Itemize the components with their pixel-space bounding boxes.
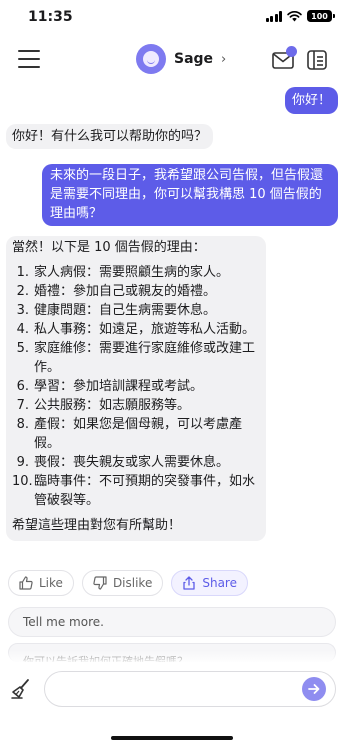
status-bar: 11:35 100 xyxy=(0,0,344,36)
status-icons: 100 xyxy=(265,10,335,22)
like-label: Like xyxy=(39,576,63,590)
list-item: 5. 家庭維修：需要進行家庭維修或改建工作。 xyxy=(16,341,256,375)
notification-badge xyxy=(286,46,297,57)
battery-icon: 100 xyxy=(307,10,335,22)
message-composer xyxy=(0,664,344,714)
bot-profile-button[interactable]: Sage › xyxy=(136,44,226,74)
signal-icon xyxy=(265,10,282,22)
bot-message: 你好！有什么我可以帮助你的吗？ xyxy=(6,124,214,149)
share-icon xyxy=(183,576,195,590)
list-item: 8. 產假：如果您是個母親，可以考慮產假。 xyxy=(16,417,243,451)
share-label: Share xyxy=(202,576,237,590)
wifi-icon xyxy=(287,10,302,22)
chevron-right-icon: › xyxy=(221,51,227,67)
layout-icon[interactable] xyxy=(307,50,327,70)
home-indicator xyxy=(111,736,233,740)
list-item: 1. 家人病假：需要照顧生病的家人。 xyxy=(16,265,230,280)
arrow-right-icon xyxy=(308,684,320,694)
thumbs-down-icon xyxy=(93,576,107,590)
battery-level: 100 xyxy=(311,11,328,21)
list-item: 2. 婚禮：參加自己或親友的婚禮。 xyxy=(16,284,217,299)
list-item: 10. 臨時事件：不可預期的突發事件，如水管破裂等。 xyxy=(12,474,256,508)
status-time: 11:35 xyxy=(28,9,73,25)
reason-list: 1. 家人病假：需要照顧生病的家人。 2. 婚禮：參加自己或親友的婚禮。 3. 健康問… xyxy=(12,263,260,510)
chat-header: Sage › xyxy=(0,40,344,80)
share-button[interactable]: Share xyxy=(171,570,248,596)
bot-message: 當然！以下是 10 個告假的理由： 1. 家人病假：需要照顧生病的家人。 2. 婚禮… xyxy=(6,236,266,541)
list-item: 6. 學習：參加培訓課程或考試。 xyxy=(16,379,204,394)
send-button[interactable] xyxy=(302,677,326,701)
dislike-button[interactable]: Dislike xyxy=(81,570,164,596)
message-reactions: Like Dislike Share xyxy=(8,570,248,596)
bot-name: Sage xyxy=(174,51,214,67)
list-item: 9. 喪假：喪失親友或家人需要休息。 xyxy=(16,455,230,470)
menu-icon[interactable] xyxy=(18,50,40,68)
user-message: 你好！ xyxy=(284,87,338,114)
message-input[interactable] xyxy=(44,671,336,707)
suggestion-chip[interactable]: Tell me more. xyxy=(8,607,336,637)
thumbs-up-icon xyxy=(19,576,33,590)
like-button[interactable]: Like xyxy=(8,570,74,596)
broom-icon[interactable] xyxy=(10,678,32,700)
list-item: 3. 健康問題：自己生病需要休息。 xyxy=(16,303,217,318)
bot-avatar xyxy=(136,44,166,74)
list-item: 7. 公共服務：如志願服務等。 xyxy=(16,398,191,413)
dislike-label: Dislike xyxy=(112,576,153,590)
list-item: 4. 私人事務：如遠足，旅遊等私人活動。 xyxy=(16,322,256,337)
user-message: 未來的一段日子，我希望跟公司告假，但告假還是需要不同理由，你可以幫我構思 10 … xyxy=(42,164,338,226)
bot-message-closing: 希望這些理由對您有所幫助！ xyxy=(12,518,182,533)
bot-message-intro: 當然！以下是 10 個告假的理由： xyxy=(12,240,206,255)
